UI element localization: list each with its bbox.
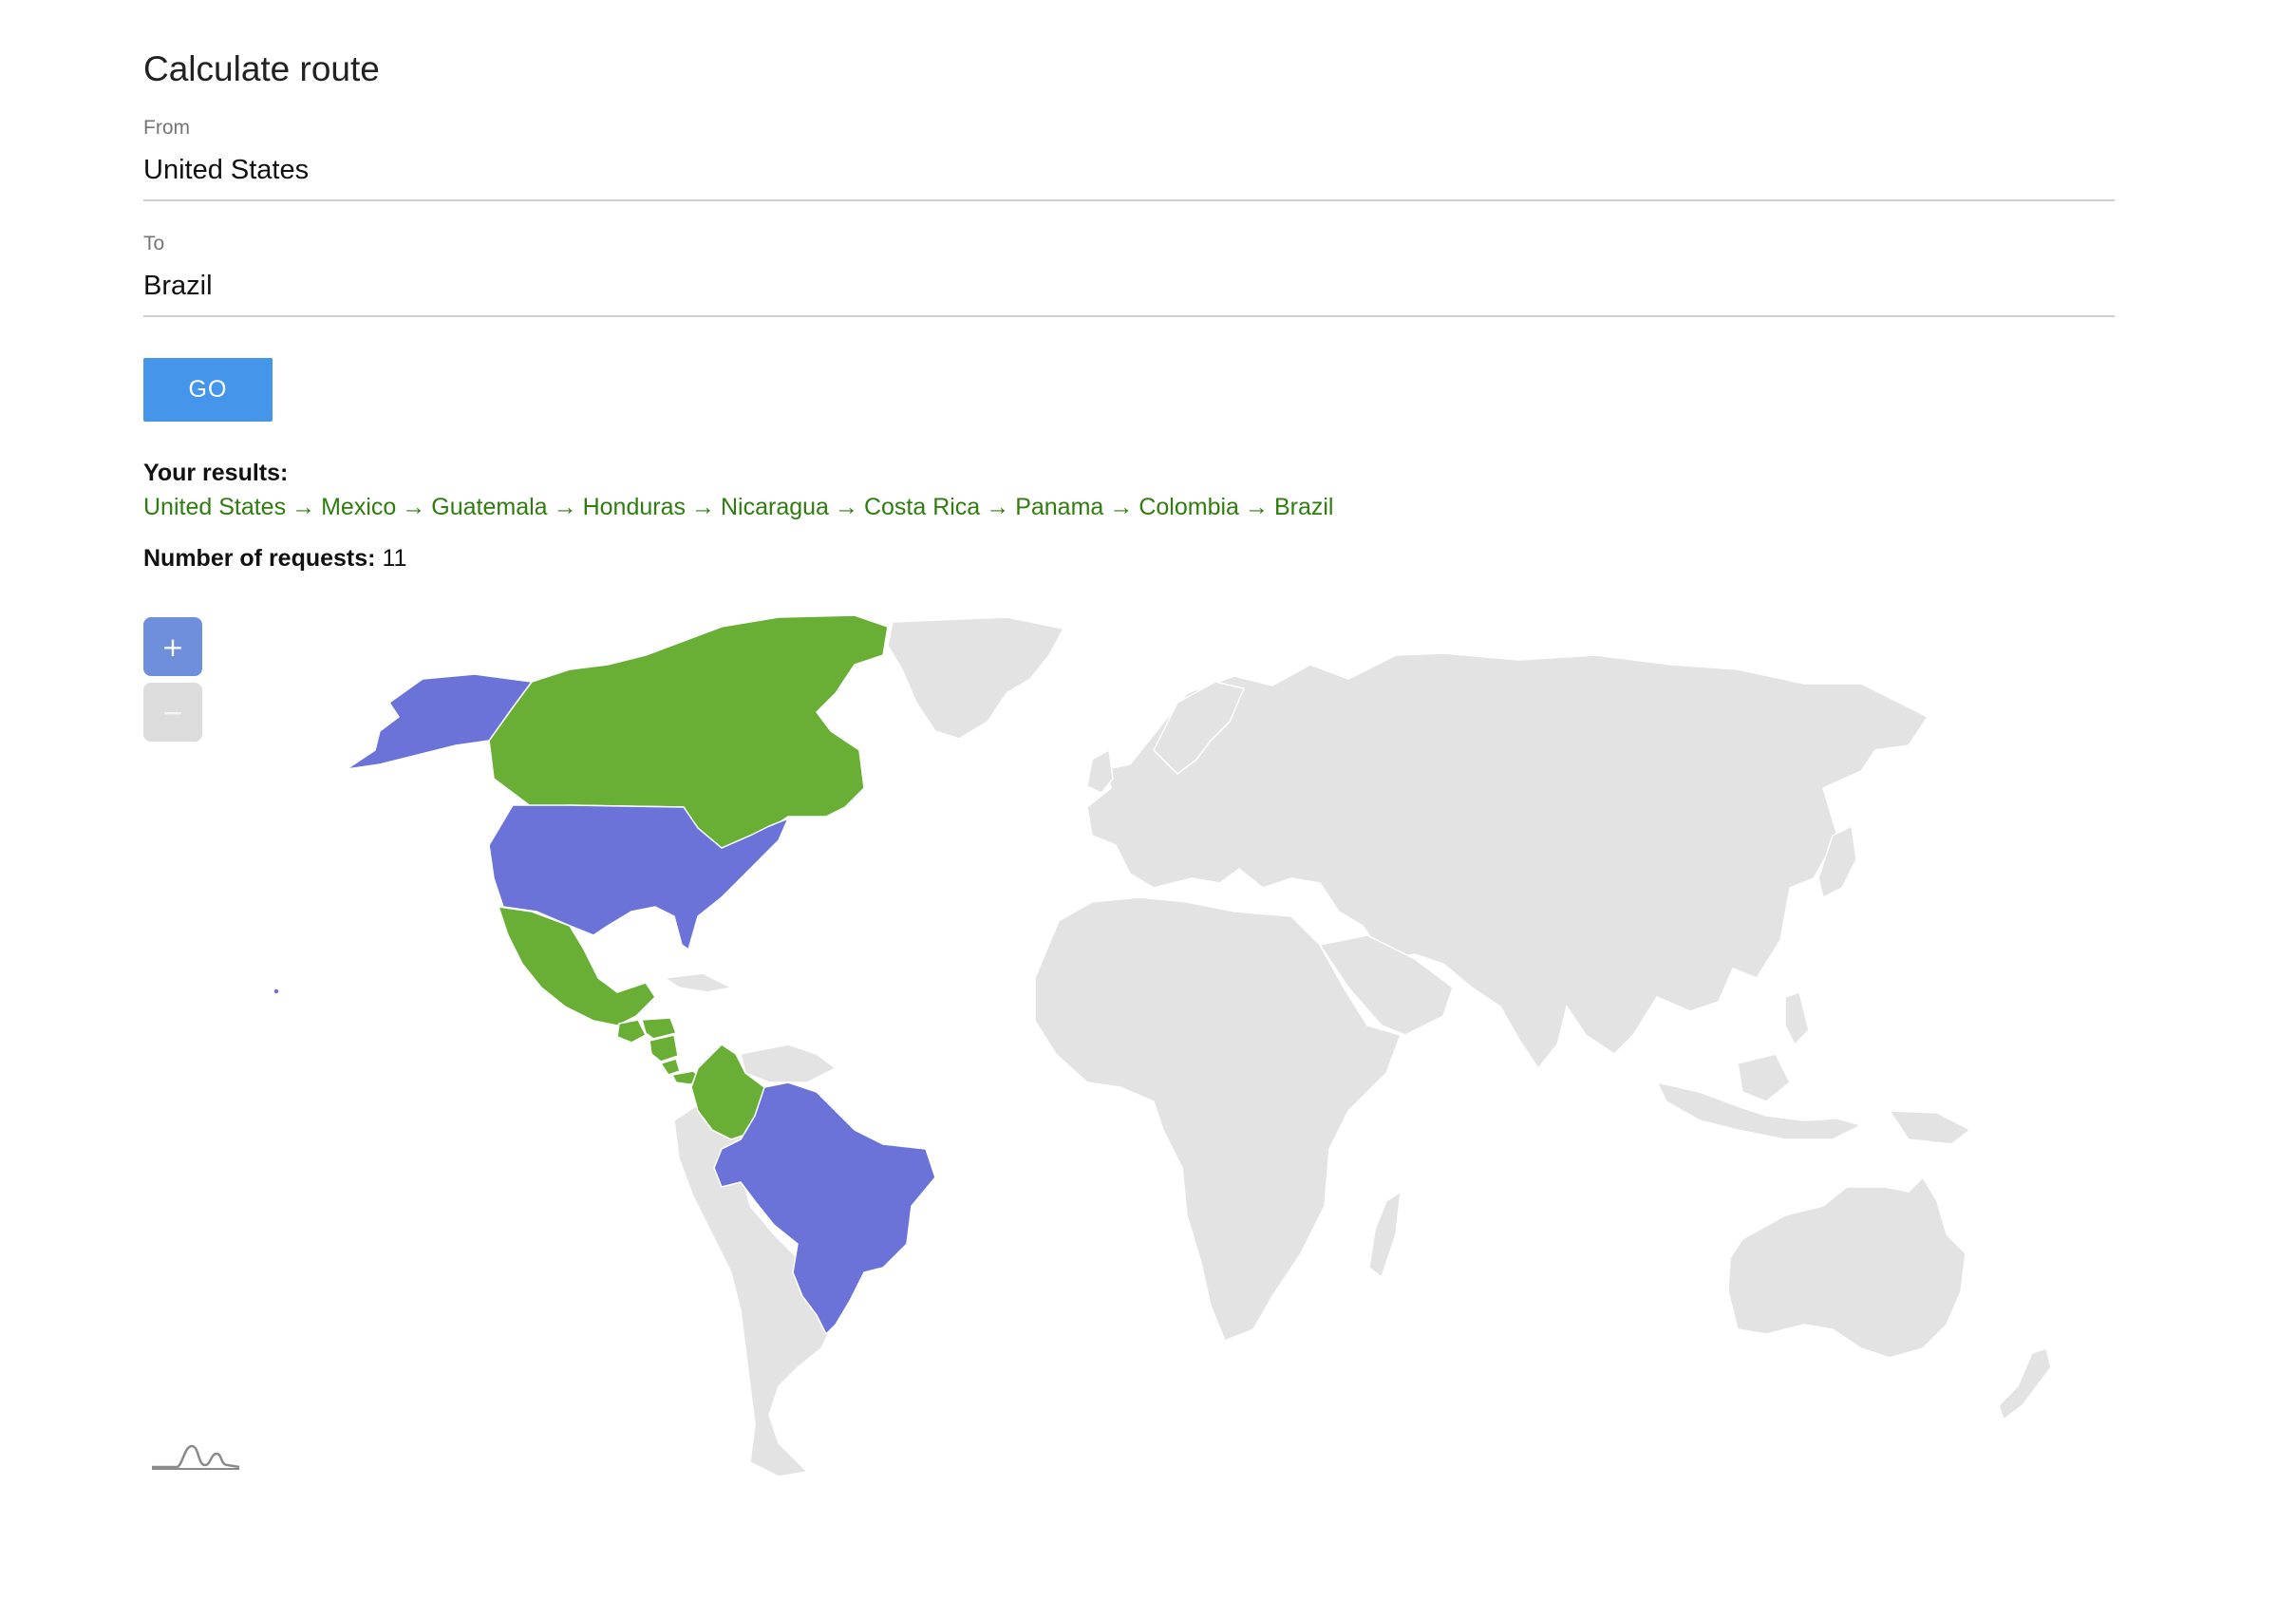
country-hawaii[interactable] [273, 988, 280, 995]
world-map[interactable] [0, 589, 2296, 1500]
page-title: Calculate route [143, 49, 380, 88]
to-field: To [143, 234, 2115, 317]
from-label: From [143, 117, 190, 139]
route-arrow: → [1109, 494, 1134, 520]
route-country: Mexico [321, 494, 397, 520]
amcharts-logo-icon[interactable] [150, 1439, 241, 1473]
country-nicaragua[interactable] [649, 1034, 679, 1063]
route-country: United States [143, 494, 287, 520]
to-label: To [143, 233, 165, 254]
requests-count: Number of requests: 11 [143, 545, 406, 573]
country-guatemala[interactable] [616, 1019, 647, 1044]
route-arrow: → [834, 494, 858, 520]
country-uk[interactable] [1086, 748, 1114, 794]
route-arrow: → [292, 494, 316, 520]
route-arrow: → [402, 494, 426, 520]
route-arrow: → [553, 494, 577, 520]
country-australia[interactable] [1727, 1176, 1967, 1359]
country-venezuela[interactable] [740, 1044, 837, 1083]
requests-value: 11 [382, 545, 407, 572]
country-cuba[interactable] [662, 972, 734, 993]
route-country: Colombia [1139, 494, 1239, 520]
route-arrow: → [1244, 494, 1269, 520]
go-button[interactable]: GO [143, 358, 273, 422]
country-borneo[interactable] [1737, 1053, 1791, 1102]
route-country: Brazil [1273, 494, 1334, 520]
country-new-guinea[interactable] [1888, 1110, 1972, 1145]
to-input[interactable] [143, 271, 2115, 317]
country-madagascar[interactable] [1368, 1190, 1402, 1279]
country-philippines[interactable] [1784, 991, 1810, 1046]
country-greenland[interactable] [887, 616, 1065, 740]
from-field: From [143, 118, 2115, 201]
route-result: United States → Mexico → Guatemala → Honduras →… [143, 494, 1333, 521]
from-input[interactable] [143, 155, 2115, 201]
route-arrow: → [986, 494, 1010, 520]
route-country: Guatemala [431, 494, 548, 520]
country-new-zealand[interactable] [1998, 1347, 2052, 1421]
route-country: Nicaragua [720, 494, 829, 520]
requests-label: Number of requests: [143, 545, 376, 572]
route-country: Costa Rica [863, 494, 981, 520]
route-calculator-page: Calculate route From To GO Your results:… [0, 0, 2296, 1599]
route-country: Honduras [582, 494, 686, 520]
results-heading: Your results: [143, 460, 289, 486]
route-country: Panama [1015, 494, 1104, 520]
route-arrow: → [690, 494, 715, 520]
